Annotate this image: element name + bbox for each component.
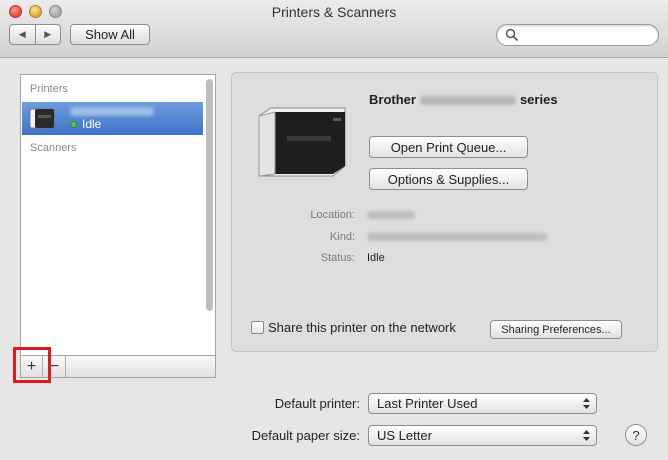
sharing-preferences-button[interactable]: Sharing Preferences... xyxy=(490,320,622,339)
show-all-button[interactable]: Show All xyxy=(70,24,150,45)
share-printer-row: Share this printer on the network xyxy=(251,320,456,335)
printer-series: series xyxy=(519,92,558,107)
scrollbar-thumb[interactable] xyxy=(206,79,213,311)
kind-value-redacted xyxy=(367,233,547,241)
location-label: Location: xyxy=(310,209,355,221)
printer-brand: Brother xyxy=(369,92,416,107)
search-icon xyxy=(505,28,519,42)
printer-icon xyxy=(29,108,55,129)
printers-section-header: Printers xyxy=(30,83,68,95)
share-printer-checkbox[interactable] xyxy=(251,321,264,334)
location-value-redacted xyxy=(367,211,415,219)
default-printer-select[interactable]: Last Printer Used xyxy=(368,393,597,414)
add-button-highlight xyxy=(13,347,51,383)
printer-model-redacted xyxy=(419,96,516,106)
titlebar: Printers & Scanners ◀ ▶ Show All xyxy=(0,0,668,58)
printer-status-text: Idle xyxy=(82,117,102,131)
forward-arrow-icon: ▶ xyxy=(44,29,52,39)
back-button[interactable]: ◀ xyxy=(10,25,35,44)
share-printer-label[interactable]: Share this printer on the network xyxy=(268,320,456,335)
printer-large-icon xyxy=(258,107,346,177)
open-print-queue-button[interactable]: Open Print Queue... xyxy=(369,136,528,158)
scanners-section-header: Scanners xyxy=(30,142,77,154)
status-value: Idle xyxy=(367,252,385,264)
default-paper-size-select[interactable]: US Letter xyxy=(368,425,597,446)
printer-name-title: Brother series xyxy=(369,92,558,107)
forward-button[interactable]: ▶ xyxy=(34,25,61,44)
paper-size-value: US Letter xyxy=(377,428,432,443)
printer-name-redacted xyxy=(70,107,154,116)
help-button[interactable]: ? xyxy=(625,424,647,446)
sidebar-scrollbar[interactable] xyxy=(204,77,214,327)
popup-arrows-icon xyxy=(583,398,590,409)
default-printer-label: Default printer: xyxy=(274,396,360,411)
window-title: Printers & Scanners xyxy=(271,4,397,20)
back-forward-control: ◀ ▶ xyxy=(9,24,61,45)
back-arrow-icon: ◀ xyxy=(18,29,26,39)
printer-list: Printers Idle Scanners xyxy=(20,74,216,372)
status-label: Status: xyxy=(320,252,355,264)
printers-scanners-window: Printers & Scanners ◀ ▶ Show All Printer… xyxy=(0,0,668,460)
default-paper-size-label: Default paper size: xyxy=(251,428,360,443)
search-input[interactable] xyxy=(496,24,659,46)
printer-list-item[interactable]: Idle xyxy=(22,102,203,135)
kind-label: Kind: xyxy=(329,231,355,243)
idle-status-icon xyxy=(70,121,77,128)
options-supplies-button[interactable]: Options & Supplies... xyxy=(369,168,528,190)
default-printer-value: Last Printer Used xyxy=(377,396,478,411)
popup-arrows-icon xyxy=(583,430,590,441)
